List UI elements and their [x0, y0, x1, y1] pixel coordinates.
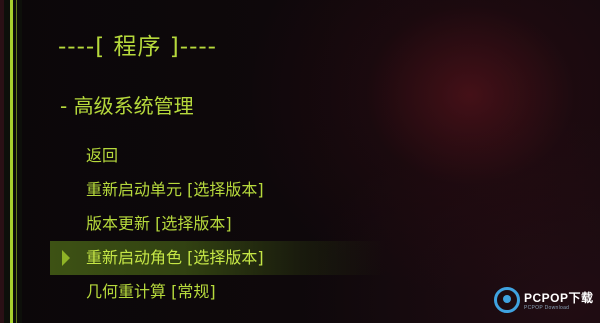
menu-item-label: 版本更新 [选择版本] — [86, 214, 232, 233]
program-screen: ----[ 程序 ]---- - 高级系统管理 返回 重新启动单元 [选择版本]… — [0, 0, 600, 323]
menu-item-version-update[interactable]: 版本更新 [选择版本] — [0, 207, 600, 241]
menu-item-restart-unit[interactable]: 重新启动单元 [选择版本] — [0, 173, 600, 207]
watermark-logo: PCPOP下载 PCPOP Download — [494, 283, 594, 319]
page-title: ----[ 程序 ]---- — [58, 34, 217, 60]
menu-item-label: 重新启动单元 [选择版本] — [86, 180, 264, 199]
watermark-text: PCPOP下载 — [524, 291, 594, 305]
section-subtitle: - 高级系统管理 — [60, 94, 194, 118]
selection-chevron-icon — [62, 250, 70, 266]
menu-item-label: 几何重计算 [常规] — [86, 282, 216, 301]
menu-item-restart-role[interactable]: 重新启动角色 [选择版本] — [50, 241, 386, 275]
menu-item-label: 重新启动角色 [选择版本] — [86, 248, 264, 267]
menu-item-label: 返回 — [86, 146, 119, 165]
pcpop-logo-icon — [494, 287, 520, 313]
menu-item-back[interactable]: 返回 — [0, 139, 600, 173]
watermark-subtext: PCPOP Download — [524, 305, 570, 311]
